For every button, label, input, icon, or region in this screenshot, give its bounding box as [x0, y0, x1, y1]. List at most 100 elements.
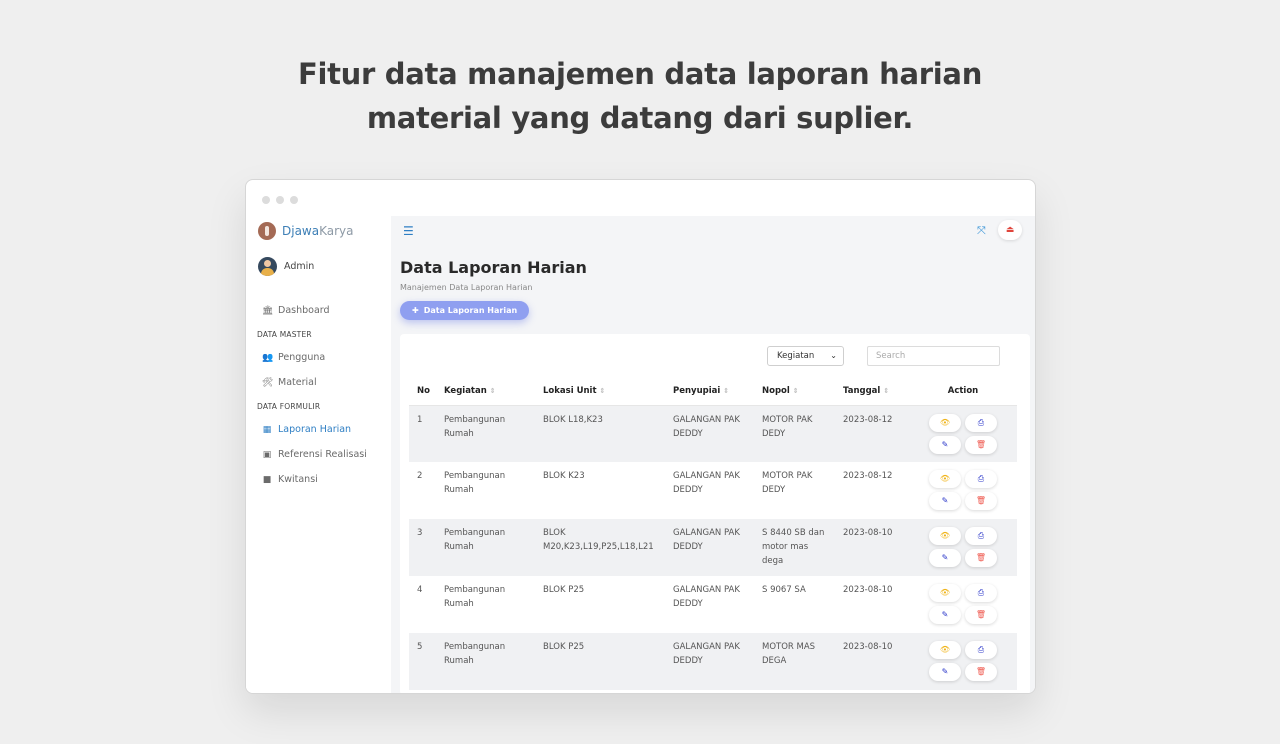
receipt-icon: ■ — [262, 474, 272, 485]
eye-icon: 👁 — [939, 645, 951, 654]
bank-icon: 🏛 — [262, 305, 274, 316]
cell-no: 4 — [417, 585, 423, 595]
cell-penyuplai: GALANGAN PAK DEDDY — [673, 585, 740, 609]
edit-button[interactable]: ✎ — [929, 435, 961, 454]
column-header-penyuplai[interactable]: Penyupiai ⇕ — [665, 377, 754, 406]
fullscreen-icon[interactable]: ⤧ — [977, 224, 986, 238]
cell-no: 5 — [409, 633, 436, 690]
sidebar-item-label: Pengguna — [278, 352, 326, 363]
user-profile[interactable]: Admin — [258, 257, 314, 276]
tools-icon: 🛠 — [262, 377, 274, 388]
delete-button[interactable]: 🗑 — [965, 663, 997, 681]
trash-icon: 🗑 — [975, 610, 987, 619]
print-button[interactable]: ⎙ — [965, 584, 997, 602]
edit-button[interactable]: ✎ — [929, 549, 961, 567]
headline-line-2: material yang datang dari suplier. — [366, 101, 914, 135]
logout-button[interactable]: ⏏ — [998, 220, 1022, 240]
printer-icon: ⎙ — [977, 474, 985, 483]
cell-kegiatan: Pembangunan Rumah — [436, 519, 535, 576]
column-header-kegiatan[interactable]: Kegiatan ⇕ — [436, 377, 535, 406]
edit-icon: ✎ — [941, 667, 949, 676]
sidebar-item-material[interactable]: 🛠 Material — [246, 370, 391, 395]
eye-icon: 👁 — [939, 588, 951, 597]
sidebar-section-label: DATA MASTER — [257, 329, 312, 339]
sidebar-item-referensi-realisasi[interactable]: ▣ Referensi Realisasi — [246, 442, 391, 467]
print-button[interactable]: ⎙ — [965, 527, 997, 545]
sort-icon: ⇕ — [883, 386, 890, 395]
cell-kegiatan: Pembangunan Rumah — [436, 633, 535, 690]
brand-name: DjawaKarya — [282, 224, 354, 238]
window-dot-close[interactable] — [262, 196, 270, 204]
view-button[interactable]: 👁 — [929, 470, 961, 488]
table-card: Kegiatan ⌄ No Kegiatan⇕ Lokasi Unit⇕ Pen… — [400, 334, 1030, 693]
sidebar-item-label: Referensi Realisasi — [278, 449, 367, 460]
view-button[interactable]: 👁 — [929, 584, 961, 602]
cell-nopol: MOTOR MAS DEGA — [754, 633, 835, 690]
window-dot-maximize[interactable] — [290, 196, 298, 204]
edit-icon: ✎ — [941, 553, 949, 562]
cell-tanggal: 2023-08-10 — [835, 633, 909, 690]
edit-button[interactable]: ✎ — [929, 606, 961, 624]
sidebar-item-pengguna[interactable]: 👥 Pengguna — [246, 345, 391, 370]
user-name: Admin — [284, 261, 315, 272]
delete-button[interactable]: 🗑 — [965, 549, 997, 567]
cell-action: 👁 ⎙ ✎ 🗑 — [909, 405, 1017, 462]
cell-kegiatan: Pembangunan Rumah — [444, 585, 506, 609]
sidebar-item-label: Kwitansi — [278, 474, 318, 485]
cell-action: 👁 ⎙ ✎ 🗑 — [909, 576, 1017, 633]
laporan-table: No Kegiatan ⇕ Lokasi Unit ⇕ Penyupiai ⇕ Nop… — [409, 377, 1017, 690]
sidebar-item-dashboard[interactable]: 🏛 Dashboard — [246, 298, 391, 323]
table-row: 4 Pembangunan Rumah BLOK P25 GALANGAN PAK D… — [409, 576, 1017, 633]
edit-button[interactable]: ✎ — [929, 663, 961, 681]
table-header-row: No Kegiatan ⇕ Lokasi Unit ⇕ Penyupiai ⇕ Nop… — [409, 377, 1017, 406]
trash-icon: 🗑 — [975, 496, 987, 505]
search-input[interactable] — [867, 346, 1000, 366]
cell-kegiatan: Pembangunan Rumah — [436, 405, 535, 462]
eye-icon: 👁 — [939, 474, 951, 483]
column-header-no[interactable]: No — [409, 377, 436, 406]
cell-lokasi: BLOK L18,K23 — [535, 405, 665, 462]
table-row: 2 Pembangunan Rumah BLOK K23 GALANGAN PAK D… — [409, 462, 1017, 519]
delete-button[interactable]: 🗑 — [965, 435, 997, 454]
brand[interactable]: DjawaKarya — [258, 222, 354, 240]
view-button[interactable]: 👁 — [929, 641, 961, 659]
delete-button[interactable]: 🗑 — [965, 492, 997, 510]
printer-icon: ⎙ — [977, 588, 985, 597]
headline-line-1: Fitur data manajemen data laporan harian — [297, 57, 983, 91]
window-dot-minimize[interactable] — [276, 196, 284, 204]
sidebar-item-laporan-harian[interactable]: ▦ Laporan Harian — [246, 417, 391, 442]
cell-penyuplai: GALANGAN PAK DEDDY — [665, 519, 754, 576]
edit-button[interactable]: ✎ — [929, 492, 961, 510]
filter-select[interactable]: Kegiatan ⌄ — [767, 346, 844, 366]
cell-lokasi: BLOK K23 — [543, 471, 585, 481]
print-button[interactable]: ⎙ — [965, 470, 997, 488]
print-button[interactable]: ⎙ — [965, 641, 997, 659]
trash-icon: 🗑 — [975, 439, 987, 449]
column-header-lokasi-unit[interactable]: Lokasi Unit ⇕ — [535, 377, 665, 406]
cell-action: 👁 ⎙ ✎ 🗑 — [909, 519, 1017, 576]
window-controls — [262, 196, 298, 204]
hamburger-menu-icon[interactable]: ☰ — [403, 224, 414, 238]
app-window: DjawaKarya Admin 🏛 Dashboard DATA MASTER 👥 P… — [245, 179, 1036, 694]
cell-no: 3 — [409, 519, 436, 576]
table-row: 5 Pembangunan Rumah BLOK P25 GALANGAN PAK D… — [409, 633, 1017, 690]
users-icon: 👥 — [262, 352, 274, 363]
cell-no: 1 — [409, 405, 436, 462]
cell-lokasi: BLOK P25 — [543, 585, 585, 595]
column-header-nopol[interactable]: Nopol ⇕ — [754, 377, 835, 406]
add-laporan-label: Data Laporan Harian — [423, 306, 518, 315]
table-row: 3 Pembangunan Rumah BLOK M20,K23,L19,P25,L… — [409, 519, 1017, 576]
sidebar-item-kwitansi[interactable]: ■ Kwitansi — [246, 467, 391, 492]
view-button[interactable]: 👁 — [929, 413, 961, 432]
promo-headline: Fitur data manajemen data laporan harian… — [0, 52, 1280, 140]
delete-button[interactable]: 🗑 — [965, 606, 997, 624]
cell-penyuplai: GALANGAN PAK DEDDY — [665, 405, 754, 462]
cell-nopol: S 8440 SB dan motor mas dega — [754, 519, 835, 576]
add-laporan-button[interactable]: ✚ Data Laporan Harian — [400, 301, 530, 320]
view-button[interactable]: 👁 — [929, 527, 961, 545]
page-subtitle: Manajemen Data Laporan Harian — [400, 283, 533, 292]
print-button[interactable]: ⎙ — [965, 413, 997, 432]
table-row: 1 Pembangunan Rumah BLOK L18,K23 GALANGAN P… — [409, 405, 1017, 462]
edit-icon: ✎ — [941, 496, 949, 505]
column-header-tanggal[interactable]: Tanggal ⇕ — [835, 377, 909, 406]
